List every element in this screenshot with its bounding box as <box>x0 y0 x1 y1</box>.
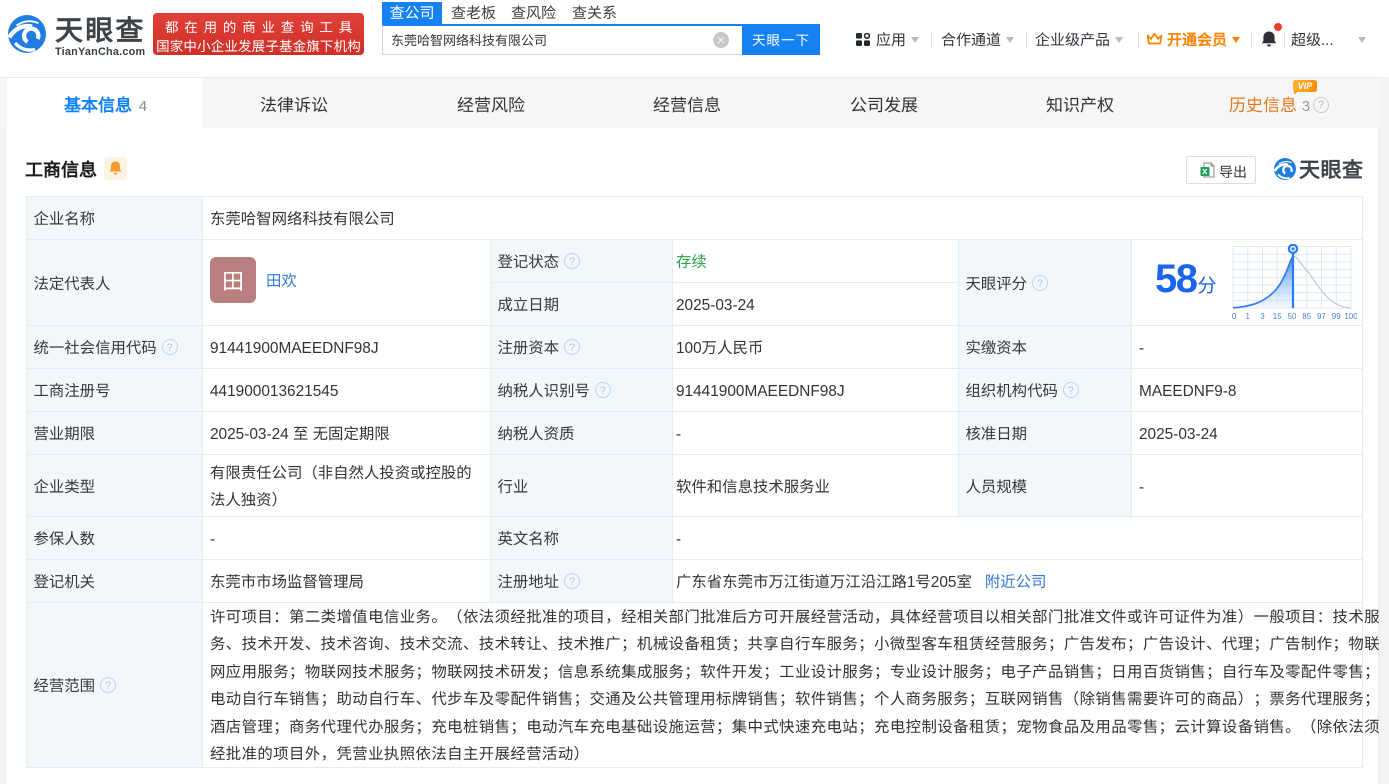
svg-text:97: 97 <box>1317 312 1326 321</box>
svg-text:50: 50 <box>1288 312 1297 321</box>
svg-text:0: 0 <box>1232 312 1237 321</box>
svg-text:100: 100 <box>1344 312 1357 321</box>
svg-text:3: 3 <box>1260 312 1265 321</box>
svg-text:1: 1 <box>1246 312 1251 321</box>
svg-text:99: 99 <box>1332 312 1341 321</box>
svg-text:85: 85 <box>1302 312 1311 321</box>
svg-text:15: 15 <box>1273 312 1282 321</box>
